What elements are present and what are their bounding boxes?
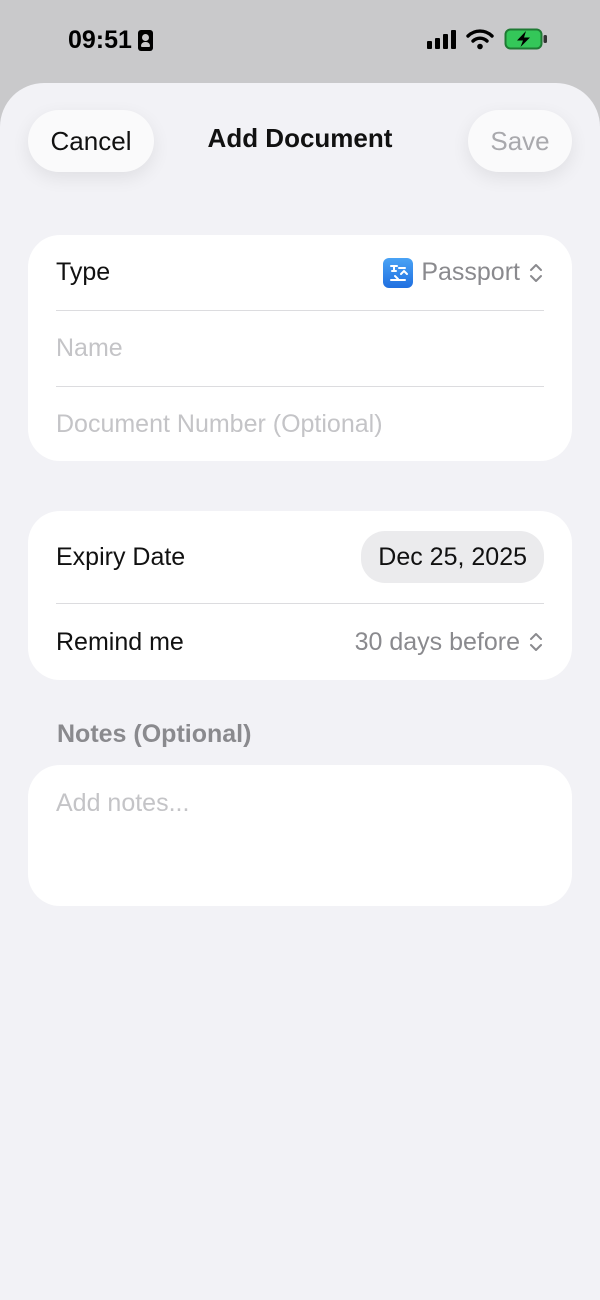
name-placeholder: Name <box>56 334 123 362</box>
passport-control-icon <box>383 257 414 288</box>
battery-charging-icon <box>504 28 547 50</box>
notes-field[interactable]: Add notes... <box>28 765 572 906</box>
status-time: 09:51 <box>68 26 153 55</box>
remind-picker[interactable]: 30 days before <box>355 628 544 657</box>
remind-label: Remind me <box>56 627 184 656</box>
type-value: Passport <box>421 258 520 286</box>
save-label: Save <box>490 125 550 156</box>
document-details-card: Type Passport Name Document Number (Opti… <box>28 235 572 461</box>
status-bar: 09:51 <box>0 0 600 84</box>
name-field[interactable]: Name <box>56 311 544 386</box>
cellular-signal-icon <box>427 29 456 49</box>
expiry-date-value: Dec 25, 2025 <box>378 542 527 571</box>
notes-placeholder: Add notes... <box>56 788 190 817</box>
document-number-field[interactable]: Document Number (Optional) <box>56 387 544 461</box>
document-number-placeholder: Document Number (Optional) <box>56 409 383 438</box>
chevron-up-down-icon <box>530 633 542 651</box>
notes-section-header: Notes (Optional) <box>57 720 252 748</box>
expiry-label: Expiry Date <box>56 542 186 571</box>
type-picker[interactable]: Passport <box>383 257 544 288</box>
system-icons <box>427 28 548 50</box>
wifi-icon <box>466 29 494 50</box>
remind-row[interactable]: Remind me 30 days before <box>56 604 544 680</box>
expiry-card: Expiry Date Dec 25, 2025 Remind me 30 da… <box>28 511 572 680</box>
clock: 09:51 <box>68 26 132 54</box>
contact-card-icon <box>137 30 153 51</box>
add-document-sheet: Cancel Add Document Save Type Passport N… <box>0 83 600 1300</box>
chevron-up-down-icon <box>530 263 542 282</box>
type-row[interactable]: Type Passport <box>56 235 544 310</box>
remind-value: 30 days before <box>354 627 520 656</box>
expiry-date-picker[interactable]: Dec 25, 2025 <box>361 531 544 583</box>
notes-placeholder-row: Add notes... <box>56 787 544 819</box>
save-button[interactable]: Save <box>468 110 572 172</box>
expiry-date-row: Expiry Date Dec 25, 2025 <box>56 511 544 603</box>
type-label: Type <box>56 258 111 286</box>
